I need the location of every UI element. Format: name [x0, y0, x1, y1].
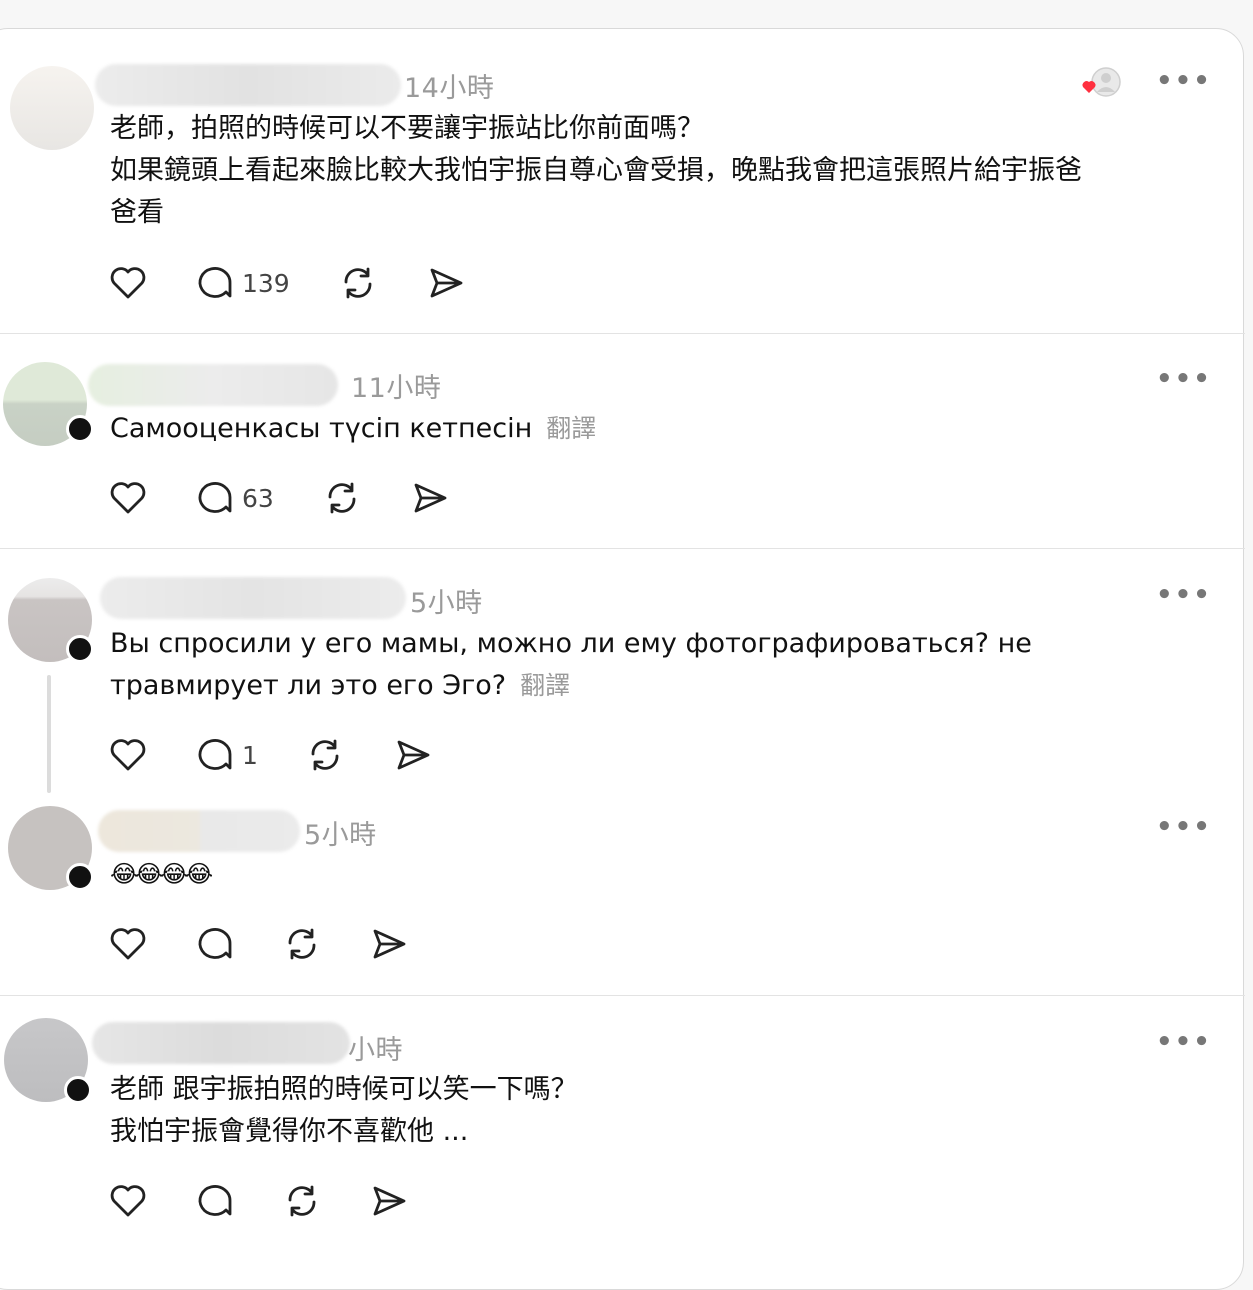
- reply-button[interactable]: [196, 924, 236, 964]
- heart-icon: [110, 267, 146, 299]
- translate-link[interactable]: 翻譯: [520, 671, 570, 700]
- heart-icon: [110, 482, 146, 514]
- repost-icon: [311, 739, 339, 771]
- like-button[interactable]: [108, 1181, 148, 1221]
- like-button[interactable]: [108, 478, 148, 518]
- repost-icon: [288, 928, 316, 960]
- post-text-line: Самооценкасы түсіп кетпесін: [110, 413, 533, 444]
- username-redacted[interactable]: [98, 810, 300, 852]
- post-text-line: 我怕宇振會覺得你不喜歡他 ...: [110, 1116, 469, 1147]
- repost-icon: [328, 482, 356, 514]
- repost-icon: [344, 267, 372, 299]
- username-redacted[interactable]: [100, 577, 406, 619]
- post-time: 5小時: [304, 820, 377, 851]
- post-body: 😂😂😂😂: [110, 853, 1210, 895]
- comment-icon: [198, 739, 232, 770]
- divider: [0, 995, 1245, 996]
- more-options-button[interactable]: •••: [1156, 812, 1212, 842]
- follow-badge-icon[interactable]: [66, 863, 94, 891]
- repost-button[interactable]: [282, 924, 322, 964]
- repost-button[interactable]: [322, 478, 362, 518]
- send-icon: [414, 483, 447, 513]
- emoji-text: 😂😂😂😂: [110, 860, 213, 888]
- post-text-line: травмирует ли это его Эго?: [110, 670, 507, 701]
- post-text-line: 爸看: [110, 197, 164, 228]
- divider: [0, 333, 1245, 334]
- follow-badge-icon[interactable]: [66, 635, 94, 663]
- post-time: 11小時: [351, 373, 442, 404]
- share-button[interactable]: [369, 1181, 409, 1221]
- share-button[interactable]: [393, 735, 433, 775]
- more-options-button[interactable]: •••: [1156, 1027, 1212, 1057]
- post-time: 14小時: [404, 73, 495, 104]
- post-body: 老師，拍照的時候可以不要讓宇振站比你前面嗎？ 如果鏡頭上看起來臉比較大我怕宇振自…: [110, 108, 1210, 234]
- send-icon: [373, 1186, 406, 1216]
- send-icon: [397, 740, 430, 770]
- follow-badge-icon[interactable]: [64, 1076, 92, 1104]
- post-body: Вы спросили у его мамы, можно ли ему фот…: [110, 623, 1210, 707]
- repost-button[interactable]: [305, 735, 345, 775]
- send-icon: [430, 268, 463, 298]
- send-icon: [373, 929, 406, 959]
- post-time: 5小時: [410, 588, 483, 619]
- post-body: Самооценкасы түсіп кетпесін 翻譯: [110, 408, 1210, 450]
- comment-icon: [198, 928, 232, 959]
- post-text-line: 老師，拍照的時候可以不要讓宇振站比你前面嗎？: [110, 113, 704, 144]
- like-button[interactable]: [108, 735, 148, 775]
- post-text-line: Вы спросили у его мамы, можно ли ему фот…: [110, 628, 1032, 659]
- heart-icon: [110, 928, 146, 960]
- like-button[interactable]: [108, 263, 148, 303]
- more-options-button[interactable]: •••: [1156, 364, 1212, 394]
- share-button[interactable]: [369, 924, 409, 964]
- repost-button[interactable]: [338, 263, 378, 303]
- liked-by-author-icon: [1079, 66, 1125, 104]
- comment-icon: [198, 1185, 232, 1216]
- avatar[interactable]: [10, 66, 94, 150]
- reply-count: 1: [242, 740, 258, 770]
- reply-button[interactable]: 63: [196, 478, 274, 518]
- post-text-line: 老師 跟宇振拍照的時候可以笑一下嗎？: [110, 1074, 578, 1105]
- reply-button[interactable]: 139: [196, 263, 290, 303]
- comment-icon: [198, 482, 232, 513]
- post-time: 小時: [348, 1035, 403, 1066]
- username-redacted[interactable]: [95, 64, 401, 106]
- translate-link[interactable]: 翻譯: [546, 414, 596, 443]
- thread-line: [47, 675, 51, 793]
- reply-button[interactable]: [196, 1181, 236, 1221]
- username-redacted[interactable]: [92, 1022, 350, 1064]
- username-redacted[interactable]: [88, 364, 338, 406]
- more-options-button[interactable]: •••: [1156, 580, 1212, 610]
- heart-icon: [110, 1185, 146, 1217]
- repost-button[interactable]: [282, 1181, 322, 1221]
- post-body: 老師 跟宇振拍照的時候可以笑一下嗎？ 我怕宇振會覺得你不喜歡他 ...: [110, 1069, 1210, 1153]
- divider: [0, 548, 1245, 549]
- reply-button[interactable]: 1: [196, 735, 258, 775]
- reply-count: 139: [242, 268, 290, 298]
- reply-count: 63: [242, 483, 274, 513]
- follow-badge-icon[interactable]: [66, 415, 94, 443]
- repost-icon: [288, 1185, 316, 1217]
- post-text-line: 如果鏡頭上看起來臉比較大我怕宇振自尊心會受損，晚點我會把這張照片給宇振爸: [110, 155, 1082, 186]
- like-button[interactable]: [108, 924, 148, 964]
- more-options-button[interactable]: •••: [1156, 66, 1212, 96]
- heart-icon: [110, 739, 146, 771]
- share-button[interactable]: [426, 263, 466, 303]
- share-button[interactable]: [410, 478, 450, 518]
- comment-icon: [198, 267, 232, 298]
